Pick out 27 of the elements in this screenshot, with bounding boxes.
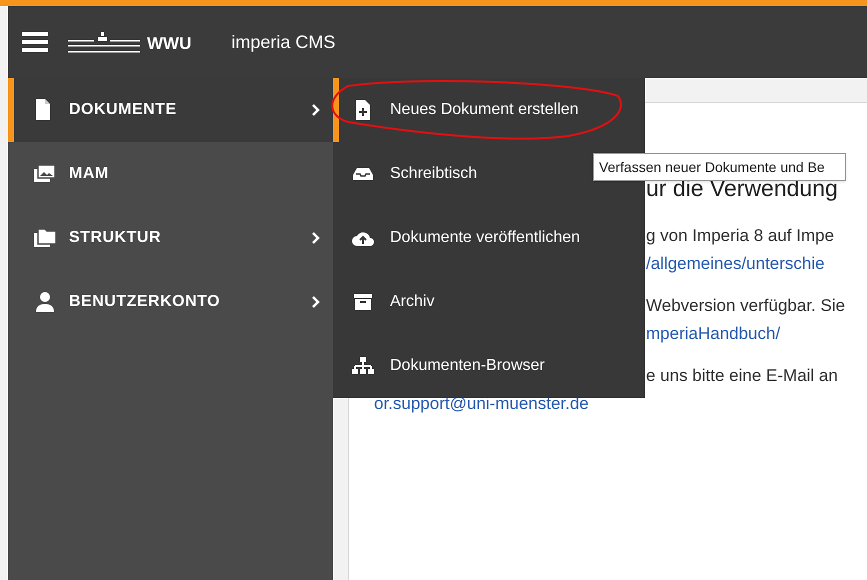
link[interactable]: mperiaHandbuch/ [646,324,780,343]
app-title: imperia CMS [231,30,336,54]
submenu-label: Dokumente veröffentlichen [390,228,580,248]
submenu-label: Schreibtisch [390,164,478,184]
submenu-label: Dokumenten-Browser [390,356,545,376]
sidebar-label: BENUTZERKONTO [69,292,222,312]
sidebar-label: DOKUMENTE [69,100,178,120]
logo-icon [68,31,140,53]
logo-text: WWU [147,33,192,56]
link[interactable]: /allgemeines/unterschie [646,254,825,273]
sidebar-item[interactable]: DOKUMENTE [8,78,333,142]
submenu-item[interactable]: Dokumente veröffentlichen [333,206,596,270]
sidebar-item[interactable]: STRUKTUR [8,206,333,270]
submenu-label: Archiv [390,292,434,312]
tooltip: Verfassen neuer Dokumente und Be [593,153,846,181]
user-icon [33,290,57,314]
submenu-label: Neues Dokument erstellen [390,100,579,120]
submenu-item[interactable]: Archiv [333,270,450,334]
submenu-item[interactable]: Schreibtisch [333,142,494,206]
body-text: e uns bitte eine E-Mail an [646,366,838,385]
sidebar-item[interactable]: MAM [8,142,333,206]
sidebar-label: MAM [69,164,110,184]
sidebar-item[interactable]: BENUTZERKONTO [8,270,333,334]
body-text: Webversion verfügbar. Sie [646,296,846,315]
body-text: g von Imperia 8 auf Impe [646,226,834,245]
menu-icon[interactable] [22,31,48,53]
sidebar-label: STRUKTUR [69,228,162,248]
